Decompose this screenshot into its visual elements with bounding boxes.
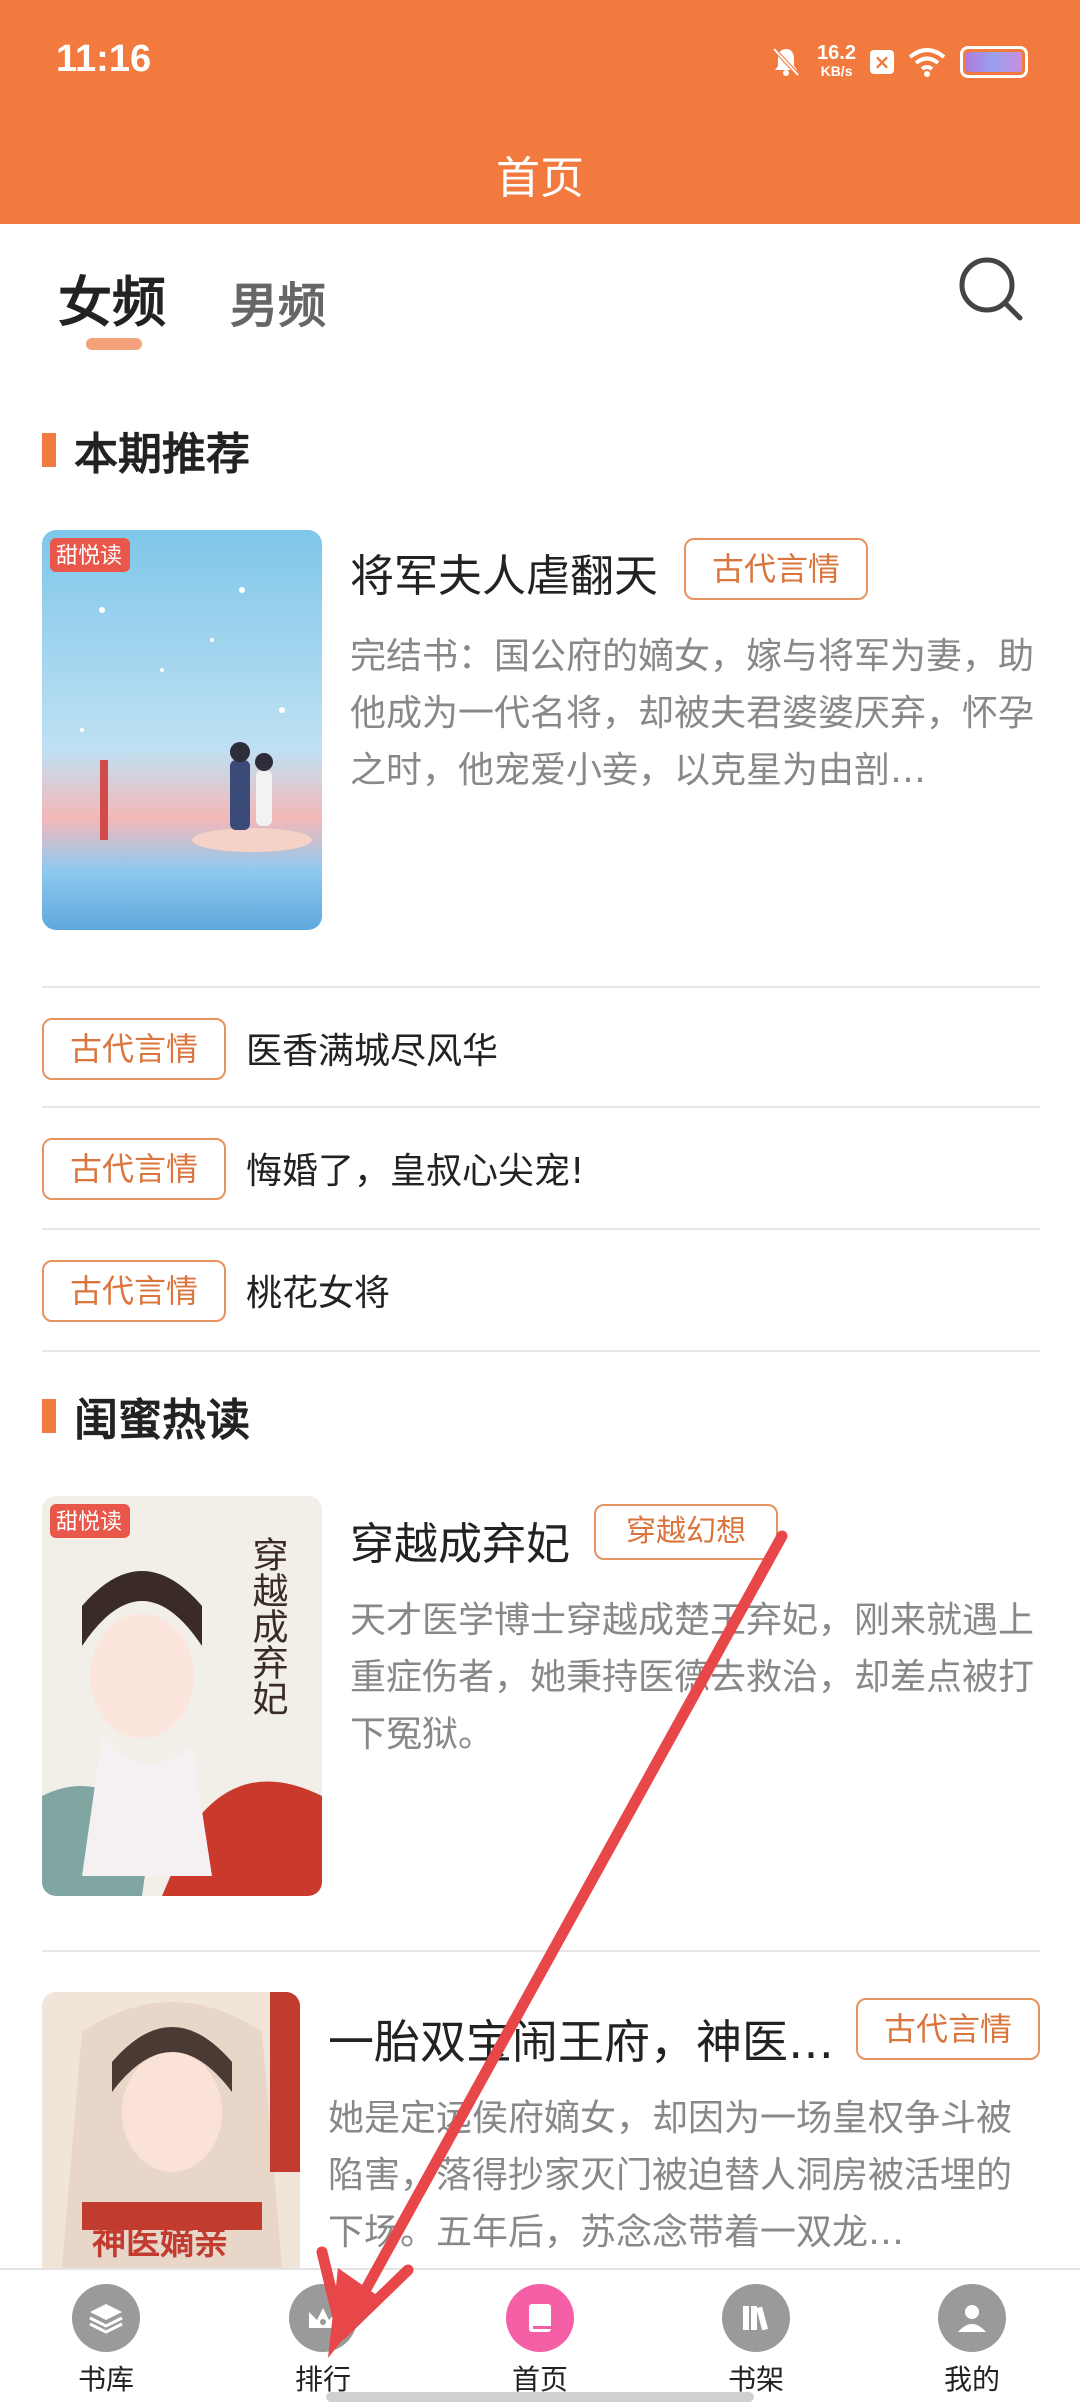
book-tag[interactable]: 穿越幻想: [594, 1504, 778, 1560]
divider: [42, 1350, 1040, 1352]
nav-item-bookshelf[interactable]: 书架: [686, 2284, 826, 2398]
list-item[interactable]: 古代言情 悔婚了，皇叔心尖宠!: [42, 1108, 1040, 1228]
crown-icon: [289, 2284, 357, 2352]
user-icon: [938, 2284, 1006, 2352]
featured-book-tag[interactable]: 古代言情: [684, 538, 868, 600]
book-title[interactable]: 穿越成弃妃: [350, 1508, 570, 1572]
layers-icon: [72, 2284, 140, 2352]
book-icon: [506, 2284, 574, 2352]
nav-label: 书库: [77, 2363, 134, 2396]
bookshelf-icon: [722, 2284, 790, 2352]
list-item-title[interactable]: 医香满城尽风华: [246, 1022, 498, 1074]
featured-book-description: 完结书：国公府的嫡女，嫁与将军为妻，助他成为一代名将，却被夫君婆婆厌弃，怀孕之时…: [350, 636, 1035, 791]
home-indicator: [326, 2392, 754, 2402]
list-item[interactable]: 古代言情 医香满城尽风华: [42, 988, 1040, 1108]
cover-title-text: 穿越成弃妃: [247, 1536, 289, 1716]
section-header-hot-reads: 闺蜜热读: [42, 1390, 250, 1446]
network-speed: 16.2 KB/s: [817, 42, 856, 80]
status-time: 11:16: [56, 38, 152, 80]
book-description: 她是定远侯府嫡女，却因为一场皇权争斗被陷害，落得抄家灭门被迫替人洞房被活埋的下场…: [328, 2098, 1013, 2253]
page-title: 首页: [496, 153, 584, 204]
search-icon[interactable]: [954, 252, 1028, 326]
tab-female[interactable]: 女频: [58, 258, 166, 337]
book-description: 天才医学博士穿越成楚王弃妃，刚来就遇上重症伤者，她秉持医德去救治，却差点被打下冤…: [350, 1600, 1035, 1755]
bottom-nav: 书库 排行 首页 书架 我的: [0, 2268, 1080, 2408]
section-title: 闺蜜热读: [74, 1395, 250, 1446]
book-cover-1[interactable]: 甜悦读 穿越成弃妃: [42, 1496, 322, 1896]
status-bar: 11:16 16.2 KB/s ×: [0, 0, 1080, 124]
section-accent-bar: [42, 1399, 56, 1433]
book-title[interactable]: 一胎双宝闹王府，神医…: [328, 2006, 834, 2072]
nav-label: 我的: [943, 2363, 1000, 2396]
section-accent-bar: [42, 433, 56, 467]
list-item-title[interactable]: 悔婚了，皇叔心尖宠!: [246, 1142, 584, 1194]
network-speed-value: 16.2: [817, 42, 856, 64]
battery-icon: [960, 46, 1028, 78]
section-header-recommend: 本期推荐: [42, 424, 250, 480]
nav-item-profile[interactable]: 我的: [902, 2284, 1042, 2398]
notification-x-icon: ×: [870, 50, 894, 74]
book-cover-2[interactable]: 神医嫡亲: [42, 1992, 300, 2268]
svg-text:甜悦读: 甜悦读: [56, 544, 122, 569]
title-bar: 首页: [0, 124, 1080, 224]
wifi-icon: [908, 48, 946, 77]
nav-item-home[interactable]: 首页: [470, 2284, 610, 2398]
svg-text:甜悦读: 甜悦读: [56, 1510, 122, 1535]
section-title: 本期推荐: [74, 429, 250, 480]
status-icons: 16.2 KB/s ×: [769, 40, 1028, 84]
list-item-tag[interactable]: 古代言情: [42, 1138, 226, 1200]
tab-male[interactable]: 男频: [230, 266, 326, 336]
featured-book-title[interactable]: 将军夫人虐翻天: [350, 540, 658, 604]
book-cover-featured[interactable]: 甜悦读: [42, 530, 322, 930]
list-item-tag[interactable]: 古代言情: [42, 1018, 226, 1080]
svg-text:神医嫡亲: 神医嫡亲: [92, 2223, 228, 2263]
mute-bell-icon: [772, 47, 800, 77]
active-tab-indicator: [86, 338, 142, 350]
list-item-title[interactable]: 桃花女将: [246, 1264, 390, 1316]
divider: [42, 1950, 1040, 1952]
nav-item-ranking[interactable]: 排行: [253, 2284, 393, 2398]
list-item-tag[interactable]: 古代言情: [42, 1260, 226, 1322]
network-speed-unit: KB/s: [820, 63, 853, 79]
nav-item-library[interactable]: 书库: [36, 2284, 176, 2398]
book-tag[interactable]: 古代言情: [856, 1998, 1040, 2060]
list-item[interactable]: 古代言情 桃花女将: [42, 1230, 1040, 1350]
